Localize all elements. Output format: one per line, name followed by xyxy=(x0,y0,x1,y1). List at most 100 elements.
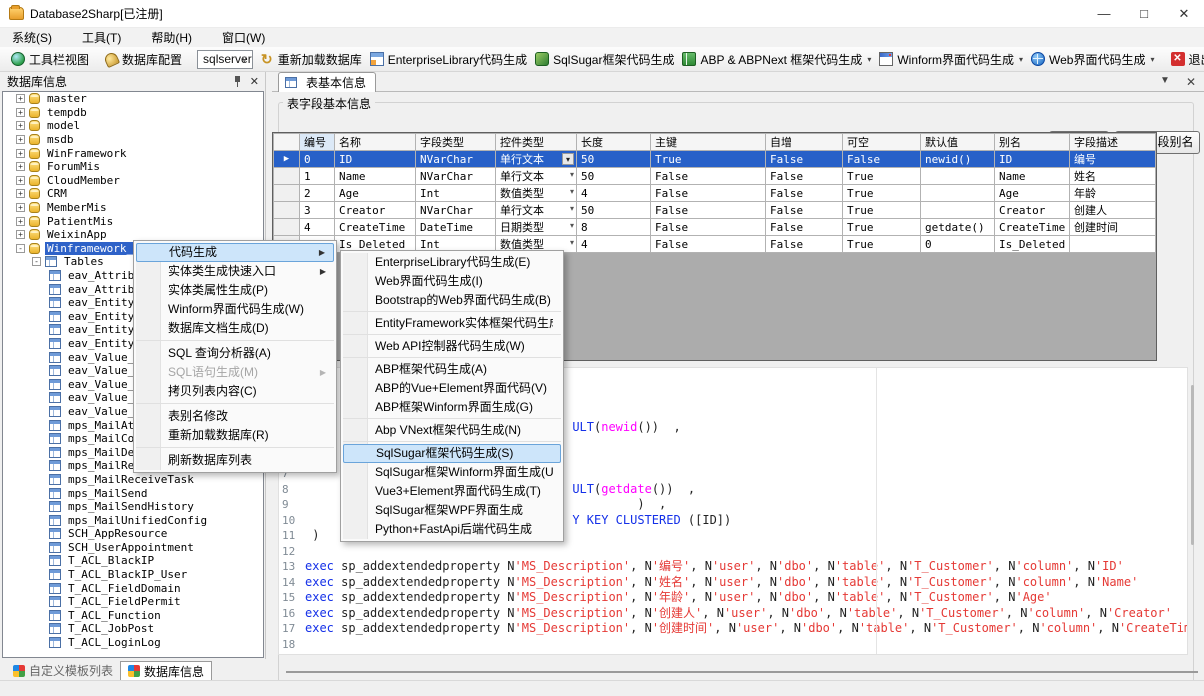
dropdown-arrow-icon[interactable]: ▾ xyxy=(570,204,574,213)
row-selector-cell[interactable]: ▶ xyxy=(274,151,300,168)
reload-database-button[interactable]: ↻ 重新加载数据库 xyxy=(256,49,366,70)
submenu-item[interactable]: SqlSugar框架代码生成(S) xyxy=(343,444,561,463)
cell-name[interactable]: Creator xyxy=(335,202,416,219)
dropdown-arrow-icon[interactable]: ▾ xyxy=(570,170,574,179)
column-header[interactable]: 字段类型 xyxy=(416,134,496,151)
cell-name[interactable]: Age xyxy=(335,185,416,202)
cell-length[interactable]: 50 xyxy=(577,168,651,185)
pin-icon[interactable] xyxy=(233,76,242,87)
maximize-button[interactable]: □ xyxy=(1124,0,1164,28)
cell-field-type[interactable]: Int xyxy=(416,185,496,202)
cell-length[interactable]: 4 xyxy=(577,185,651,202)
sqlsugar-codegen-button[interactable]: SqlSugar框架代码生成 xyxy=(531,49,678,70)
tree-item-database[interactable]: + CRM xyxy=(3,187,263,201)
tree-item-table[interactable]: mps_MailReceiveTask xyxy=(3,473,263,487)
table-row[interactable]: 3 Creator NVarChar 单行文本▾ 50 False False … xyxy=(274,202,1156,219)
cell-nullable[interactable]: False xyxy=(843,151,921,168)
cell-default[interactable] xyxy=(921,185,995,202)
web-codegen-button[interactable]: Web界面代码生成 ▾ xyxy=(1027,49,1158,70)
column-header[interactable]: 字段描述 xyxy=(1070,134,1156,151)
cell-no[interactable]: 1 xyxy=(300,168,335,185)
cell-nullable[interactable]: True xyxy=(843,219,921,236)
submenu-item[interactable]: EnterpriseLibrary代码生成(E) xyxy=(343,253,561,272)
context-menu-item[interactable]: 重新加载数据库(R) xyxy=(136,426,334,448)
tree-expander-icon[interactable]: + xyxy=(16,94,25,103)
dropdown-arrow-icon[interactable]: ▾ xyxy=(1019,55,1023,64)
tree-item-database[interactable]: + master xyxy=(3,92,263,106)
cell-name[interactable]: CreateTime xyxy=(335,219,416,236)
submenu-item[interactable]: Web API控制器代码生成(W) xyxy=(343,337,561,358)
tree-item-database[interactable]: + tempdb xyxy=(3,106,263,120)
tab-close-icon[interactable]: ✕ xyxy=(1186,75,1196,89)
tree-expander-icon[interactable]: + xyxy=(16,135,25,144)
tree-expander-icon[interactable]: + xyxy=(16,176,25,185)
left-bottom-tab[interactable]: 自定义模板列表 xyxy=(6,661,120,680)
cell-field-type[interactable]: NVarChar xyxy=(416,151,496,168)
cell-description[interactable]: 创建人 xyxy=(1070,202,1156,219)
cell-default[interactable]: 0 xyxy=(921,236,995,253)
row-selector-cell[interactable] xyxy=(274,202,300,219)
tab-table-basic-info[interactable]: 表基本信息 xyxy=(278,72,376,92)
cell-alias[interactable]: ID xyxy=(995,151,1070,168)
context-menu-item[interactable]: 拷贝列表内容(C) xyxy=(136,382,334,404)
tree-item-database[interactable]: + MemberMis xyxy=(3,201,263,215)
cell-field-type[interactable]: NVarChar xyxy=(416,168,496,185)
tree-item-database[interactable]: + PatientMis xyxy=(3,214,263,228)
column-header[interactable]: 编号 xyxy=(300,134,335,151)
tree-expander-icon[interactable]: + xyxy=(16,217,25,226)
tree-item-database[interactable]: + WinFramework xyxy=(3,146,263,160)
cell-no[interactable]: 3 xyxy=(300,202,335,219)
cell-identity[interactable]: False xyxy=(766,202,843,219)
menubar-item[interactable]: 帮助(H) xyxy=(151,29,206,46)
cell-primary-key[interactable]: False xyxy=(651,168,766,185)
submenu-item[interactable]: EntityFramework实体框架代码生成(F) xyxy=(343,314,561,335)
panel-close-icon[interactable]: ✕ xyxy=(250,75,259,88)
column-header[interactable] xyxy=(274,134,300,151)
submenu-item[interactable]: Bootstrap的Web界面代码生成(B) xyxy=(343,291,561,312)
abp-codegen-button[interactable]: ABP & ABPNext 框架代码生成 ▾ xyxy=(678,49,875,70)
cell-alias[interactable]: Creator xyxy=(995,202,1070,219)
cell-default[interactable] xyxy=(921,168,995,185)
tree-expander-icon[interactable]: - xyxy=(32,257,41,266)
submenu-item[interactable]: ABP的Vue+Element界面代码(V) xyxy=(343,379,561,398)
cell-description[interactable]: 创建时间 xyxy=(1070,219,1156,236)
tree-item-database[interactable]: + ForumMis xyxy=(3,160,263,174)
submenu-item[interactable]: ABP框架Winform界面生成(G) xyxy=(343,398,561,419)
cell-control-type[interactable]: 日期类型▾ xyxy=(496,219,577,236)
context-menu-item[interactable]: 数据库文档生成(D) xyxy=(136,319,334,341)
cell-no[interactable]: 4 xyxy=(300,219,335,236)
submenu-item[interactable]: Vue3+Element界面代码生成(T) xyxy=(343,482,561,501)
tree-item-table[interactable]: T_ACL_FieldDomain xyxy=(3,581,263,595)
minimize-button[interactable]: — xyxy=(1084,0,1124,28)
cell-alias[interactable]: Name xyxy=(995,168,1070,185)
cell-primary-key[interactable]: False xyxy=(651,202,766,219)
cell-length[interactable]: 50 xyxy=(577,202,651,219)
tree-item-table[interactable]: mps_MailSendHistory xyxy=(3,500,263,514)
tree-expander-icon[interactable]: - xyxy=(16,244,25,253)
cell-control-type[interactable]: 单行文本▾ xyxy=(496,151,577,168)
cell-field-type[interactable]: DateTime xyxy=(416,219,496,236)
row-selector-cell[interactable] xyxy=(274,185,300,202)
submenu-item[interactable]: SqlSugar框架WPF界面生成 xyxy=(343,501,561,520)
tree-item-table[interactable]: T_ACL_JobPost xyxy=(3,622,263,636)
tree-expander-icon[interactable]: + xyxy=(16,121,25,130)
tab-list-dropdown-icon[interactable]: ▼ xyxy=(1160,75,1170,89)
cell-name[interactable]: Name xyxy=(335,168,416,185)
cell-identity[interactable]: False xyxy=(766,236,843,253)
exit-button[interactable]: ✕ 退出 xyxy=(1167,49,1204,70)
context-menu-item[interactable]: 表别名修改 xyxy=(136,407,334,426)
cell-no[interactable]: 2 xyxy=(300,185,335,202)
column-header[interactable]: 自增 xyxy=(766,134,843,151)
cell-identity[interactable]: False xyxy=(766,168,843,185)
dropdown-arrow-icon[interactable]: ▾ xyxy=(562,153,574,165)
tree-item-table[interactable]: T_ACL_LoginLog xyxy=(3,636,263,650)
submenu-item[interactable]: Python+FastApi后端代码生成 xyxy=(343,520,561,539)
context-menu-item[interactable]: 实体类属性生成(P) xyxy=(136,281,334,300)
submenu-item[interactable]: ABP框架代码生成(A) xyxy=(343,360,561,379)
column-header[interactable]: 别名 xyxy=(995,134,1070,151)
cell-nullable[interactable]: True xyxy=(843,236,921,253)
context-menu-item[interactable]: 刷新数据库列表 xyxy=(136,451,334,470)
tree-expander-icon[interactable]: + xyxy=(16,230,25,239)
horizontal-scrollbar[interactable] xyxy=(286,671,1198,673)
cell-identity[interactable]: False xyxy=(766,185,843,202)
